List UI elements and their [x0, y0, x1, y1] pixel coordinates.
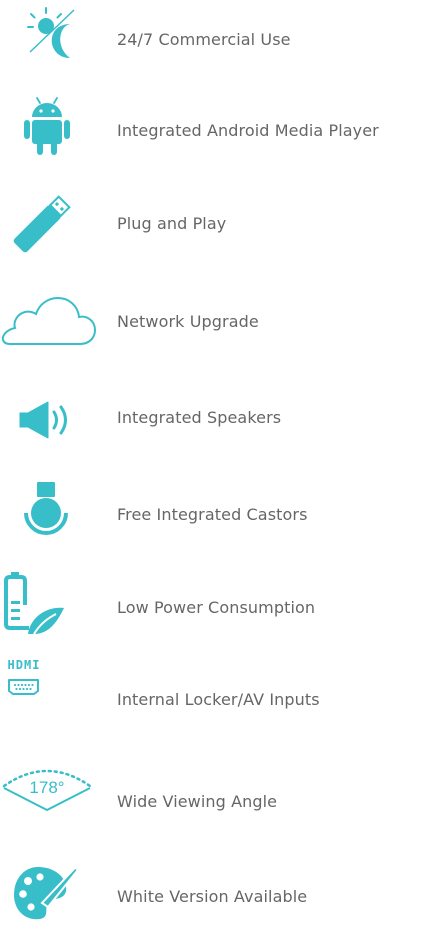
- feature-item-viewing-angle: 178° Wide Viewing Angle: [0, 762, 422, 842]
- feature-item-speakers: Integrated Speakers: [0, 378, 422, 458]
- feature-item-av-inputs: HDMI Internal Locker/AV Inputs: [0, 658, 422, 740]
- feature-label: Low Power Consumption: [117, 598, 316, 617]
- feature-label: Internal Locker/AV Inputs: [117, 690, 320, 709]
- speaker-icon: [0, 378, 110, 458]
- feature-list: 24/7 Commercial Use Integrated Android M…: [0, 0, 422, 920]
- viewing-angle-icon: 178°: [0, 762, 110, 842]
- usb-stick-icon: [0, 184, 110, 264]
- feature-label: Integrated Speakers: [117, 408, 282, 427]
- feature-label: Wide Viewing Angle: [117, 792, 278, 811]
- feature-label: Plug and Play: [117, 214, 227, 233]
- feature-item-android-player: Integrated Android Media Player: [0, 91, 422, 171]
- android-icon: [0, 91, 110, 171]
- hdmi-vga-icon: HDMI: [0, 658, 110, 740]
- paint-palette-icon: [0, 857, 110, 937]
- cloud-icon: [0, 282, 110, 362]
- hdmi-text: HDMI: [8, 658, 41, 672]
- feature-item-commercial-use: 24/7 Commercial Use: [0, 0, 422, 80]
- feature-label: 24/7 Commercial Use: [117, 30, 291, 49]
- castor-icon: [0, 475, 110, 555]
- feature-item-white-version: White Version Available: [0, 857, 422, 937]
- angle-text: 178°: [29, 778, 64, 797]
- feature-item-castors: Free Integrated Castors: [0, 475, 422, 555]
- feature-item-low-power: Low Power Consumption: [0, 568, 422, 648]
- battery-leaf-icon: [0, 568, 110, 648]
- feature-label: Free Integrated Castors: [117, 505, 308, 524]
- feature-label: Network Upgrade: [117, 312, 259, 331]
- feature-item-network-upgrade: Network Upgrade: [0, 282, 422, 362]
- feature-label: Integrated Android Media Player: [117, 121, 379, 140]
- sun-moon-icon: [0, 0, 110, 80]
- feature-item-plug-and-play: Plug and Play: [0, 184, 422, 264]
- feature-label: White Version Available: [117, 887, 308, 906]
